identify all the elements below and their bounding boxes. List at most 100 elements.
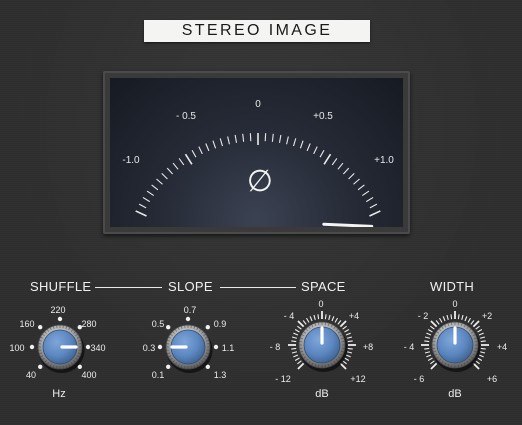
- slope-scale-0-1: 0.1: [152, 370, 165, 380]
- space-knob-tick: [291, 340, 297, 343]
- width-knob-tick: [446, 314, 449, 321]
- width-knob-tick: [479, 336, 486, 339]
- slope-knob-tick-dot: [157, 344, 163, 350]
- space-scale-minus-8: - 8: [270, 342, 281, 352]
- knob-section: 40 100 160 220 280 340 400 Hz 0.1 0.3 0.…: [9, 299, 507, 400]
- width-knob-tick: [427, 329, 433, 333]
- space-knob-tick: [291, 347, 297, 350]
- space-knob-tick: [297, 362, 305, 370]
- width-knob-tick: [424, 340, 430, 343]
- slope-scale-1-3: 1.3: [214, 370, 227, 380]
- width-knob-tick: [424, 336, 431, 339]
- width-knob-tick: [472, 362, 480, 370]
- space-knob-tick: [317, 314, 320, 320]
- width-scale-minus-6: - 6: [414, 374, 425, 384]
- width-knob-tick: [480, 340, 486, 343]
- width-knob-tick: [472, 320, 480, 328]
- width-knob-tick: [467, 317, 471, 323]
- space-knob-tick: [344, 329, 350, 333]
- width-scale-minus-4: - 4: [404, 342, 415, 352]
- space-knob[interactable]: [288, 311, 356, 372]
- space-knob-tick: [342, 325, 347, 330]
- space-knob-tick: [346, 336, 353, 339]
- space-knob-tick: [302, 320, 307, 325]
- width-knob-tick: [442, 316, 446, 322]
- space-knob-tick: [294, 357, 300, 361]
- width-knob-tick: [457, 314, 460, 320]
- space-scale-minus-4: - 4: [284, 311, 295, 321]
- slope-knob-tick-dot: [205, 325, 210, 330]
- width-knob-tick: [478, 332, 484, 336]
- space-knob-tick: [306, 317, 310, 323]
- width-knob-tick: [450, 314, 453, 320]
- slope-scale-0-5: 0.5: [152, 319, 165, 329]
- slope-knob-tick-dot: [213, 344, 219, 350]
- width-knob-tick: [464, 316, 468, 322]
- space-knob-tick: [346, 351, 353, 354]
- width-knob-tick: [424, 351, 431, 354]
- space-knob-tick: [337, 320, 342, 325]
- space-knob-tick: [344, 357, 350, 361]
- shuffle-scale-280: 280: [81, 319, 96, 329]
- width-knob-tick: [424, 347, 430, 350]
- width-knob-tick: [426, 354, 432, 358]
- space-knob-tick: [347, 347, 353, 350]
- space-knob-tick: [313, 314, 316, 321]
- space-knob-tick: [339, 362, 347, 370]
- slope-scale-1-1: 1.1: [222, 343, 235, 353]
- width-knob-tick: [480, 347, 486, 350]
- shuffle-knob-tick-dot: [38, 364, 43, 369]
- width-knob-tick: [439, 317, 443, 323]
- space-knob-tick: [347, 340, 353, 343]
- width-scale-plus-6: +6: [487, 374, 497, 384]
- space-knob-tick: [324, 314, 327, 320]
- width-scale-plus-2: +2: [482, 311, 492, 321]
- space-knob-tick: [345, 354, 351, 358]
- width-knob-tick: [478, 354, 484, 358]
- width-knob-tick: [430, 362, 438, 370]
- space-scale-plus-8: +8: [363, 342, 373, 352]
- space-knob-tick: [331, 316, 335, 322]
- space-knob-tick: [345, 332, 351, 336]
- shuffle-scale-40: 40: [26, 370, 36, 380]
- shuffle-unit: Hz: [52, 388, 65, 400]
- width-scale-0: 0: [452, 299, 457, 309]
- width-knob-tick: [479, 351, 486, 354]
- width-knob[interactable]: [421, 311, 489, 372]
- width-knob-tick: [430, 325, 435, 330]
- space-knob-tick: [328, 314, 331, 321]
- space-knob-tick: [293, 354, 299, 358]
- width-knob-tick: [430, 320, 438, 328]
- space-scale-plus-4: +4: [349, 311, 359, 321]
- width-knob-tick: [461, 314, 464, 321]
- slope-knob[interactable]: [157, 316, 219, 373]
- slope-scale-0-7: 0.7: [184, 305, 197, 315]
- width-knob-tick: [477, 357, 483, 361]
- width-knob-tick: [470, 320, 475, 325]
- shuffle-knob-tick-dot: [29, 344, 35, 350]
- space-knob-tick: [291, 336, 298, 339]
- width-knob-tick: [430, 360, 435, 365]
- space-knob-tick: [334, 317, 338, 323]
- shuffle-scale-160: 160: [19, 319, 34, 329]
- space-knob-tick: [297, 360, 302, 365]
- width-knob-tick: [427, 357, 433, 361]
- shuffle-scale-100: 100: [9, 343, 24, 353]
- slope-knob-tick-dot: [166, 364, 171, 369]
- shuffle-knob-tick-dot: [38, 325, 43, 330]
- space-knob-tick: [294, 329, 300, 333]
- width-scale-minus-2: - 2: [418, 311, 429, 321]
- width-knob-tick: [435, 320, 440, 325]
- slope-knob-tick-dot: [166, 325, 171, 330]
- width-knob-tick: [426, 332, 432, 336]
- width-scale-plus-4: +4: [497, 342, 507, 352]
- width-knob-tick: [477, 329, 483, 333]
- space-scale-plus-12: +12: [350, 374, 365, 384]
- space-knob-tick: [339, 320, 347, 328]
- space-knob-tick: [297, 325, 302, 330]
- shuffle-scale-400: 400: [81, 370, 96, 380]
- width-knob-tick: [475, 325, 480, 330]
- shuffle-scale-340: 340: [90, 343, 105, 353]
- space-knob-tick: [291, 351, 298, 354]
- space-scale-0: 0: [318, 299, 323, 309]
